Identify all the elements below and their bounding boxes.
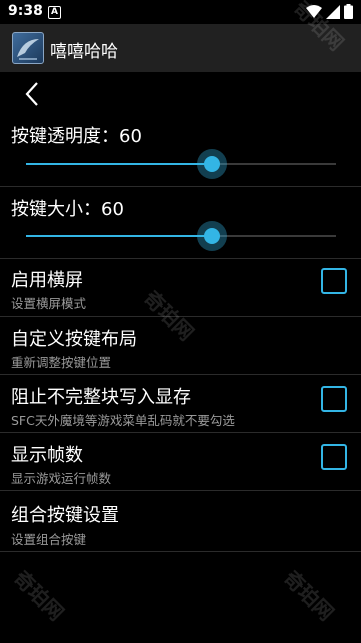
size-slider-thumb[interactable] <box>197 221 227 251</box>
setting-subtitle: 显示游戏运行帧数 <box>11 471 112 486</box>
setting-title: 自定义按键布局 <box>11 329 137 350</box>
size-slider-fill <box>26 235 212 237</box>
system-icons <box>306 4 353 19</box>
show-fps-checkbox[interactable] <box>321 444 347 470</box>
notification-icon: A <box>48 6 61 19</box>
app-logo-icon <box>12 32 44 64</box>
size-slider-track[interactable] <box>26 235 336 237</box>
setting-subtitle: 设置横屏模式 <box>11 296 87 311</box>
divider <box>0 186 361 187</box>
opacity-slider-fill <box>26 163 212 165</box>
wifi-icon <box>306 4 322 18</box>
status-bar: 9:38 A <box>0 0 361 24</box>
setting-combo-keys[interactable]: 组合按键设置 设置组合按键 <box>0 491 361 551</box>
setting-subtitle: 设置组合按键 <box>11 532 87 547</box>
screen: 9:38 A 嘻嘻哈哈 按键透明度：60 按键大小：60 启用横屏 设置横屏模式… <box>0 0 361 643</box>
signal-icon <box>326 4 340 19</box>
landscape-checkbox[interactable] <box>321 268 347 294</box>
block-incomplete-write-checkbox[interactable] <box>321 386 347 412</box>
watermark: 奇珀网 <box>279 565 339 626</box>
opacity-slider-thumb[interactable] <box>197 149 227 179</box>
chevron-left-icon <box>25 82 38 106</box>
back-button[interactable] <box>18 80 46 108</box>
setting-title: 组合按键设置 <box>11 505 119 526</box>
setting-subtitle: SFC天外魔境等游戏菜单乱码就不要勾选 <box>11 413 235 428</box>
opacity-slider-track[interactable] <box>26 163 336 165</box>
app-bar: 嘻嘻哈哈 <box>0 24 361 72</box>
size-slider-label: 按键大小：60 <box>11 199 124 220</box>
setting-subtitle: 重新调整按键位置 <box>11 355 112 370</box>
watermark: 奇珀网 <box>9 565 69 626</box>
app-title: 嘻嘻哈哈 <box>50 42 118 62</box>
setting-custom-layout[interactable]: 自定义按键布局 重新调整按键位置 <box>0 317 361 374</box>
opacity-slider-label: 按键透明度：60 <box>11 126 142 147</box>
setting-title: 阻止不完整块写入显存 <box>11 387 191 408</box>
battery-icon <box>344 4 353 19</box>
setting-title: 显示帧数 <box>11 445 83 466</box>
setting-landscape[interactable]: 启用横屏 设置横屏模式 <box>0 259 361 316</box>
divider <box>0 551 361 552</box>
status-time: 9:38 <box>8 3 43 19</box>
setting-title: 启用横屏 <box>11 270 83 291</box>
setting-block-incomplete-write[interactable]: 阻止不完整块写入显存 SFC天外魔境等游戏菜单乱码就不要勾选 <box>0 375 361 432</box>
setting-show-fps[interactable]: 显示帧数 显示游戏运行帧数 <box>0 433 361 490</box>
